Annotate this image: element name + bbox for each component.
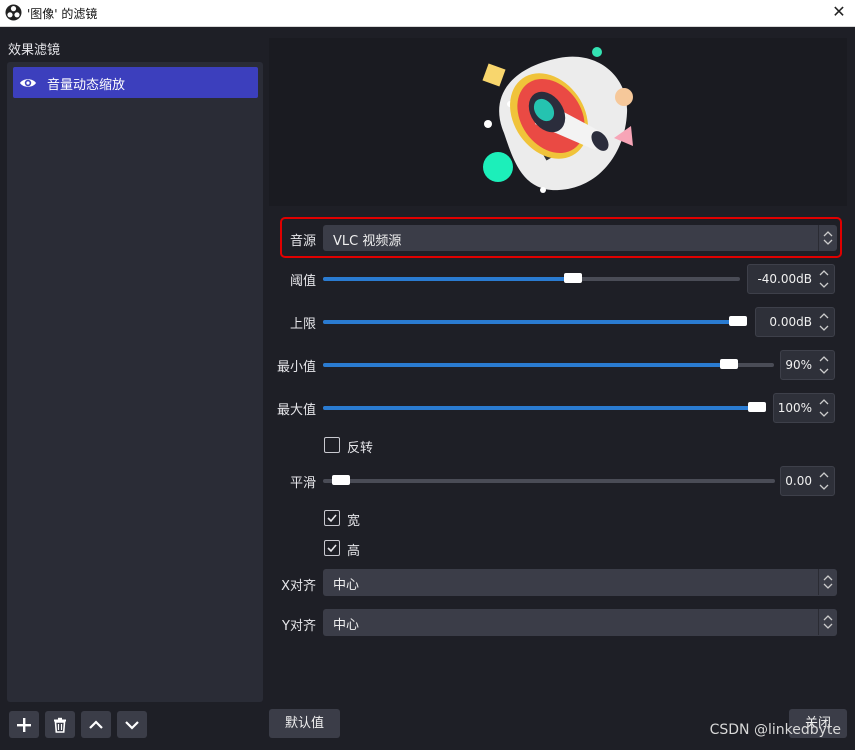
- upper-limit-value: 0.00dB: [769, 315, 812, 329]
- upper-limit-slider[interactable]: [323, 316, 747, 326]
- max-value-label: 最大值: [276, 403, 316, 418]
- window-title: '图像' 的滤镜: [27, 7, 98, 21]
- watermark-text: CSDN @linkedbyte: [709, 722, 841, 738]
- updown-arrows-icon: [818, 569, 837, 595]
- smooth-label: 平滑: [289, 476, 316, 491]
- width-checkbox[interactable]: [324, 510, 340, 526]
- defaults-button[interactable]: 默认值: [269, 709, 340, 738]
- threshold-value: -40.00dB: [757, 272, 812, 286]
- smooth-value: 0.00: [785, 474, 812, 488]
- audio-source-select[interactable]: VLC 视频源: [323, 225, 837, 251]
- audio-source-value: VLC 视频源: [333, 234, 402, 249]
- filter-item-label: 音量动态缩放: [47, 78, 126, 93]
- max-value-slider[interactable]: [323, 402, 766, 412]
- slider-handle[interactable]: [729, 316, 747, 326]
- min-value-label: 最小值: [276, 360, 316, 375]
- updown-arrows-icon[interactable]: [818, 354, 830, 376]
- min-value-spinbox[interactable]: 90%: [780, 350, 835, 380]
- slider-handle[interactable]: [748, 402, 766, 412]
- slider-handle[interactable]: [719, 359, 738, 369]
- smooth-slider[interactable]: [323, 475, 775, 485]
- threshold-slider[interactable]: [323, 273, 740, 283]
- min-value-slider[interactable]: [323, 359, 774, 369]
- x-align-value: 中心: [333, 578, 360, 593]
- smooth-spinbox[interactable]: 0.00: [780, 466, 835, 496]
- slider-handle[interactable]: [564, 273, 583, 283]
- y-align-select[interactable]: 中心: [323, 609, 837, 636]
- obs-logo-icon: [5, 4, 22, 21]
- max-value-spinbox[interactable]: 100%: [773, 393, 835, 423]
- max-value-value: 100%: [777, 401, 812, 415]
- threshold-label: 阈值: [289, 274, 316, 289]
- slider-fill: [323, 363, 729, 367]
- add-filter-button[interactable]: [9, 711, 39, 738]
- close-icon[interactable]: ✕: [829, 2, 849, 22]
- eye-icon[interactable]: [19, 74, 37, 92]
- megaphone-illustration: [482, 47, 633, 193]
- slider-fill: [323, 320, 747, 324]
- preview-area: [269, 38, 847, 206]
- upper-limit-label: 上限: [289, 317, 316, 332]
- slider-fill: [323, 277, 574, 281]
- updown-arrows-icon[interactable]: [818, 397, 830, 419]
- title-bar: '图像' 的滤镜 ✕: [0, 0, 855, 27]
- slider-handle[interactable]: [332, 475, 350, 485]
- min-value-value: 90%: [785, 358, 812, 372]
- move-down-button[interactable]: [117, 711, 147, 738]
- check-icon: [327, 544, 337, 553]
- audio-source-label: 音源: [289, 234, 316, 249]
- chevron-down-icon: [125, 721, 139, 730]
- x-align-select[interactable]: 中心: [323, 569, 837, 596]
- y-align-label: Y对齐: [282, 619, 316, 634]
- updown-arrows-icon[interactable]: [818, 268, 830, 290]
- y-align-value: 中心: [333, 618, 360, 633]
- trash-icon: [54, 717, 66, 733]
- threshold-spinbox[interactable]: -40.00dB: [747, 264, 835, 294]
- check-icon: [327, 514, 337, 523]
- x-align-label: X对齐: [281, 579, 316, 594]
- plus-icon: [17, 718, 31, 732]
- height-label: 高: [347, 544, 361, 559]
- upper-limit-spinbox[interactable]: 0.00dB: [755, 307, 835, 337]
- filters-list: 音量动态缩放: [7, 62, 263, 702]
- chevron-up-icon: [89, 720, 103, 729]
- height-checkbox[interactable]: [324, 540, 340, 556]
- updown-arrows-icon: [818, 609, 837, 635]
- slider-fill: [323, 406, 766, 410]
- width-label: 宽: [347, 514, 361, 529]
- updown-arrows-icon: [818, 225, 837, 251]
- filter-item-volume-ducking[interactable]: 音量动态缩放: [13, 67, 258, 98]
- updown-arrows-icon[interactable]: [818, 470, 830, 492]
- move-up-button[interactable]: [81, 711, 111, 738]
- remove-filter-button[interactable]: [45, 711, 75, 738]
- invert-checkbox[interactable]: [324, 437, 340, 453]
- invert-label: 反转: [347, 441, 374, 456]
- filters-heading: 效果滤镜: [8, 43, 61, 58]
- updown-arrows-icon[interactable]: [818, 311, 830, 333]
